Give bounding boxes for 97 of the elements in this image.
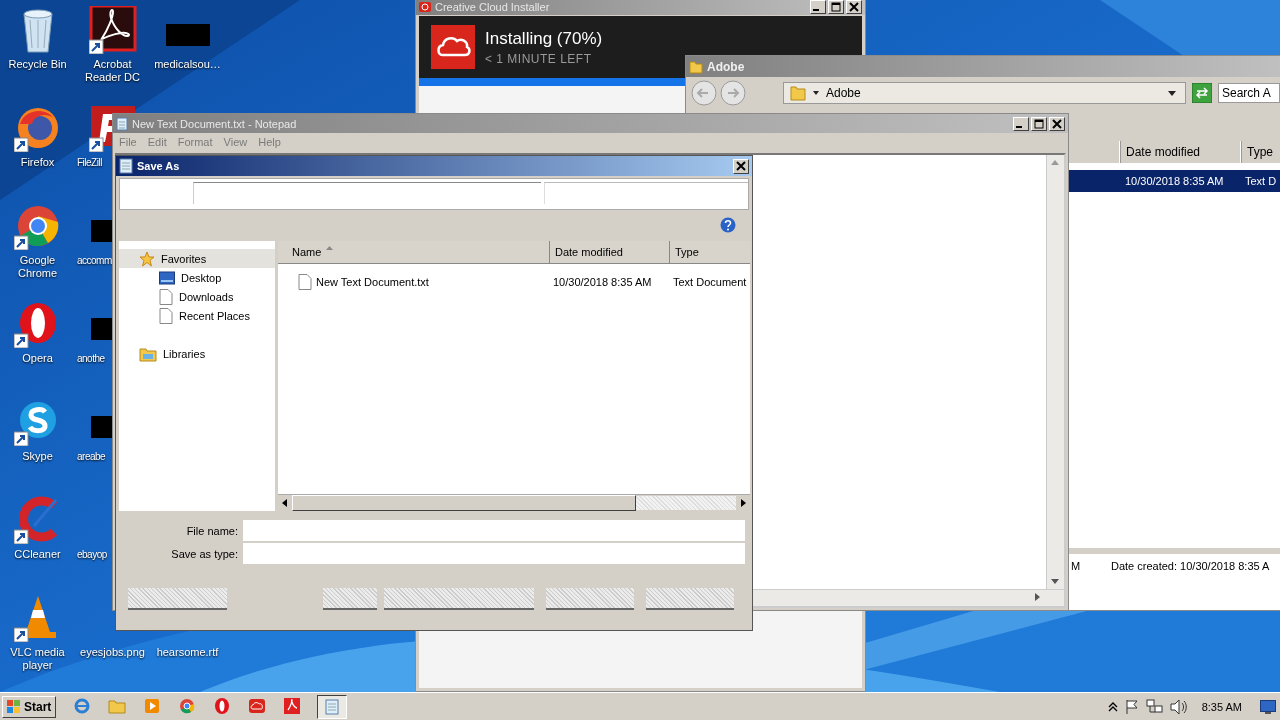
window-title: Adobe	[707, 59, 745, 74]
blank-button[interactable]	[646, 588, 734, 610]
chevron-up-icon[interactable]	[1107, 700, 1118, 713]
icon-label[interactable]: medicalsou…	[154, 58, 221, 71]
notepad-icon	[323, 697, 342, 716]
file-name: New Text Document.txt	[316, 276, 429, 288]
icon-label[interactable]: Acrobat Reader DC	[75, 58, 150, 84]
column-header[interactable]: Type	[670, 241, 750, 263]
notepad-icon	[119, 158, 133, 174]
nav-item[interactable]: Downloads	[119, 287, 275, 306]
table-cell-text: 10/30/2018 8:35 AM	[1125, 175, 1225, 187]
icon-label[interactable]: accomm	[77, 254, 112, 267]
icon-label[interactable]: anothe	[77, 352, 105, 365]
icon-label[interactable]: VLC media player	[0, 646, 75, 672]
browser-e-icon	[73, 696, 92, 715]
vertical-scrollbar[interactable]	[1046, 155, 1064, 589]
address-bar[interactable]	[193, 182, 541, 204]
window-title: Save As	[137, 160, 180, 172]
close-icon	[1052, 118, 1062, 129]
nav-item[interactable]: Recent Places	[119, 306, 275, 325]
time-remaining: < 1 MINUTE LEFT	[485, 51, 593, 66]
taskbar-button[interactable]	[317, 694, 348, 719]
start-button[interactable]: Start	[2, 695, 57, 718]
window-title: New Text Document.txt - Notepad	[132, 117, 297, 130]
document-icon	[298, 274, 312, 290]
column-header[interactable]: Name	[278, 241, 550, 263]
field-label: Save as type:	[170, 547, 238, 560]
maximize-icon	[1034, 118, 1044, 129]
icon-label[interactable]: Skype	[22, 450, 53, 463]
blank-button[interactable]	[323, 588, 377, 610]
address-text: Adobe	[826, 86, 861, 100]
creative-cloud-icon	[248, 696, 267, 715]
help-icon[interactable]	[720, 217, 736, 233]
close-button[interactable]	[733, 158, 749, 174]
network-icon[interactable]	[1145, 698, 1164, 715]
sort-arrow-icon	[326, 246, 334, 250]
caret-icon	[812, 89, 820, 97]
column-header[interactable]: Type	[1241, 141, 1280, 163]
icon-label[interactable]: hearsome.rtf	[156, 646, 219, 659]
minimize-icon	[1016, 125, 1022, 128]
folder-icon	[689, 59, 703, 74]
notepad-icon	[116, 116, 128, 131]
creative-cloud-icon	[419, 2, 431, 12]
horizontal-scrollbar[interactable]	[278, 494, 750, 511]
blank-button[interactable]	[128, 588, 227, 610]
blank-button[interactable]	[546, 588, 634, 610]
window-title: Creative Cloud Installer	[435, 1, 550, 13]
close-icon	[849, 2, 859, 12]
table-cell-text: Text Document	[673, 276, 748, 288]
icon-label[interactable]: Recycle Bin	[8, 58, 67, 71]
table-cell-text: 10/30/2018 8:35 AM	[553, 276, 653, 288]
icon-label[interactable]: ebayop	[77, 548, 107, 561]
install-status: Installing (70%)	[485, 28, 603, 49]
library-folder-icon	[139, 345, 157, 362]
nav-item[interactable]: Libraries	[119, 344, 275, 363]
pdf-app-icon	[283, 696, 302, 715]
speaker-icon[interactable]	[1169, 698, 1188, 715]
chrome-icon	[178, 696, 197, 715]
icon-label[interactable]: Firefox	[20, 156, 55, 169]
nav-item[interactable]: Favorites	[119, 249, 275, 268]
file-name-field[interactable]	[243, 520, 745, 541]
nav-item[interactable]: Desktop	[119, 268, 275, 287]
icon-label[interactable]: Opera	[22, 352, 53, 365]
file-row[interactable]: New Text Document.txt 10/30/2018 8:35 AM Text Document	[278, 272, 750, 292]
scroll-thumb[interactable]	[292, 495, 636, 511]
show-desktop-icon[interactable]	[1260, 699, 1276, 714]
clock[interactable]: 8:35 AM	[1201, 700, 1242, 713]
search-field[interactable]: Search A	[1218, 83, 1280, 103]
icon-label[interactable]: CCleaner	[14, 548, 61, 561]
opera-icon	[213, 696, 232, 715]
icon-label[interactable]: Google Chrome	[0, 254, 75, 280]
icon-label[interactable]: areabe	[77, 450, 106, 463]
icon-label[interactable]: FileZill	[77, 156, 102, 169]
pdf-app-icon[interactable]	[88, 6, 137, 54]
flag-icon[interactable]	[1123, 698, 1140, 715]
star-icon	[139, 250, 155, 267]
document-icon	[159, 307, 173, 324]
play-icon	[143, 696, 162, 715]
dropdown-arrow-icon	[1167, 89, 1177, 97]
maximize-icon	[831, 2, 841, 12]
details-text: M	[1071, 560, 1082, 572]
refresh-button-icon[interactable]	[1192, 83, 1212, 103]
field-label: File name:	[185, 524, 238, 537]
blank-button[interactable]	[384, 588, 534, 610]
close-icon	[736, 161, 746, 171]
windows-logo-icon	[7, 699, 21, 714]
desktop-icon	[159, 270, 175, 285]
creative-cloud-logo-icon	[431, 25, 475, 69]
address-bar[interactable]: Adobe	[783, 82, 1186, 104]
icon-label[interactable]: eyesjobs.png	[80, 646, 145, 659]
column-header[interactable]: Date modified	[1120, 141, 1241, 163]
table-cell: Text D	[1245, 175, 1277, 187]
column-header[interactable]: Date modified	[550, 241, 670, 263]
minimize-icon	[813, 9, 819, 11]
details-text: Date created: 10/30/2018 8:35 A	[1111, 560, 1270, 572]
search-field[interactable]	[544, 182, 748, 204]
document-icon	[159, 288, 173, 305]
